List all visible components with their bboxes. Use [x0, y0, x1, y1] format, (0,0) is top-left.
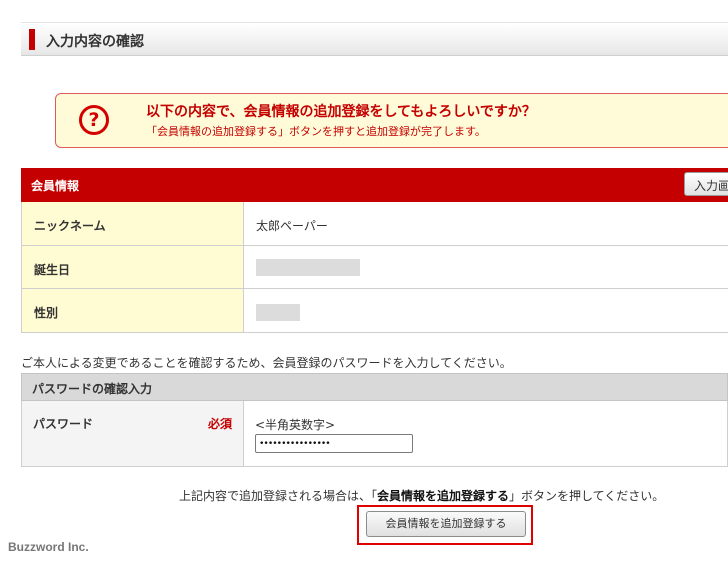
row-header: パスワード 必須 [22, 401, 244, 466]
notice-message: 以下の内容で、会員情報の追加登録をしてもよろしいですか？ [146, 104, 536, 120]
section-heading: 入力内容の確認 [21, 22, 728, 56]
password-row: パスワード 必須 <半角英数字> [21, 401, 728, 467]
submit-note: 上記内容で追加登録される場合は、「会員情報を追加登録する」ボタンを押してください… [179, 487, 664, 504]
submit-note-prefix: 上記内容で追加登録される場合は、「 [179, 489, 378, 503]
gender-value-redacted [256, 304, 300, 321]
birthday-value-redacted [256, 259, 360, 276]
row-label-nickname: ニックネーム [34, 219, 106, 233]
member-info-header: 会員情報 入力画面へ戻る [21, 168, 728, 202]
row-header: 性別 [22, 289, 244, 332]
member-row-nickname: ニックネーム 太郎ペーパー [21, 202, 728, 246]
heading-accent-bar [29, 29, 35, 50]
section-title: 入力内容の確認 [46, 34, 144, 50]
row-header: 誕生日 [22, 246, 244, 288]
confirmation-notice: ? 以下の内容で、会員情報の追加登録をしてもよろしいですか？ 「会員情報の追加登… [55, 93, 728, 148]
back-to-input-button[interactable]: 入力画面へ戻る [684, 172, 728, 196]
password-input[interactable] [255, 434, 413, 453]
password-section-title: パスワードの確認入力 [32, 382, 153, 396]
footer-brand: Buzzword Inc. [8, 540, 89, 554]
password-label: パスワード [33, 417, 94, 431]
nickname-value: 太郎ペーパー [256, 219, 328, 233]
row-label-gender: 性別 [34, 306, 59, 320]
member-row-gender: 性別 [21, 289, 728, 333]
submit-note-bold: 会員情報を追加登録する [377, 489, 510, 503]
notice-subtext: 「会員情報の追加登録する」ボタンを押すと追加登録が完了します。 [146, 125, 486, 138]
required-badge: 必須 [208, 417, 233, 431]
question-icon: ? [79, 105, 109, 135]
add-member-info-button[interactable]: 会員情報を追加登録する [366, 511, 526, 537]
submit-note-suffix: 」ボタンを押してください。 [509, 489, 665, 503]
row-label-birthday: 誕生日 [34, 263, 71, 277]
row-header: ニックネーム [22, 202, 244, 245]
row-value-cell [244, 246, 728, 288]
password-section-header: パスワードの確認入力 [21, 373, 728, 401]
password-hint: <半角英数字> [255, 418, 336, 432]
member-info-title: 会員情報 [31, 179, 80, 193]
row-value-cell [244, 289, 728, 332]
row-value-cell: 太郎ペーパー [244, 202, 728, 245]
password-instruction: ご本人による変更であることを確認するため、会員登録のパスワードを入力してください… [21, 356, 512, 370]
member-row-birthday: 誕生日 [21, 246, 728, 289]
